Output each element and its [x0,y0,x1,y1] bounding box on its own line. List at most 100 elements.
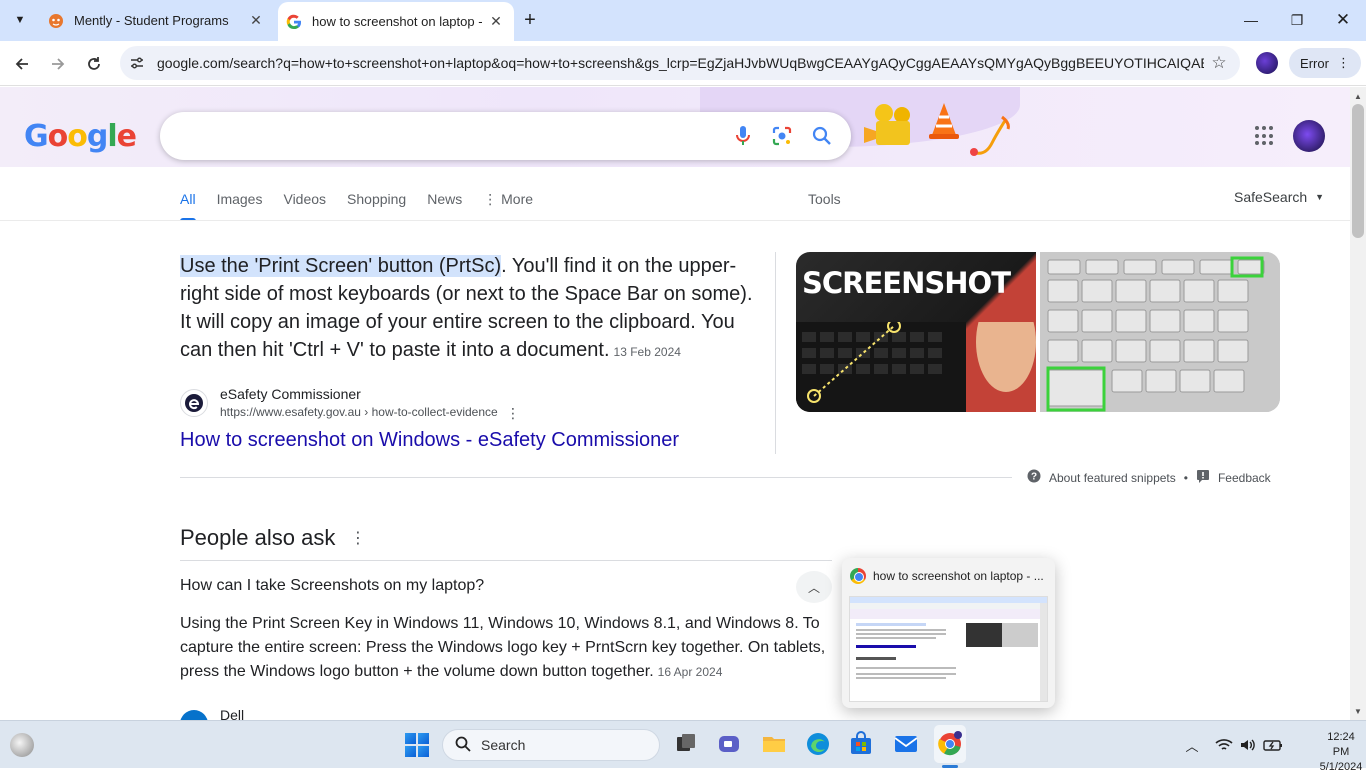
logo-letter: o [67,119,88,154]
account-avatar[interactable] [1293,120,1325,152]
scrollbar-thumb[interactable] [1352,104,1364,238]
snippet-images[interactable]: SCREENSHOT [796,252,1280,412]
more-dots-icon: ⋮ [483,191,498,207]
tab-shopping[interactable]: Shopping [347,187,406,221]
chrome-icon[interactable] [937,731,963,757]
microsoft-store-icon[interactable] [848,731,874,757]
tab-google-search[interactable]: how to screenshot on laptop - ✕ [278,2,514,41]
search-box[interactable] [160,112,851,160]
browser-profile-avatar[interactable] [1256,52,1278,74]
safesearch-dropdown[interactable]: SafeSearch ▼ [1234,185,1324,209]
scroll-down-arrow-icon[interactable]: ▼ [1350,703,1366,719]
windows-start-icon[interactable] [405,733,429,757]
esafety-favicon-icon [180,389,208,417]
tab-mently[interactable]: Mently - Student Programs ✕ [40,0,274,41]
tab-title: Mently - Student Programs [74,13,229,28]
search-input[interactable] [180,124,720,148]
logo-letter: G [24,119,49,154]
google-apps-grid-icon[interactable] [1255,126,1275,146]
taskbar-window-preview[interactable]: how to screenshot on laptop - ... [842,558,1055,708]
google-lens-camera-icon[interactable] [770,124,794,148]
search-icon[interactable] [810,124,834,148]
preview-thumbnail[interactable] [849,596,1048,702]
address-bar[interactable]: google.com/search?q=how+to+screenshot+on… [120,46,1240,80]
tab-search-chevron-icon[interactable]: ▼ [6,7,34,33]
bookmark-star-icon[interactable]: ☆ [1204,48,1234,78]
search-type-tabs: All Images Videos Shopping News ⋮ More [180,187,554,221]
tools-button[interactable]: Tools [808,187,841,211]
mail-icon[interactable] [893,731,919,757]
minimize-window-icon[interactable]: — [1236,8,1266,32]
address-url-text: google.com/search?q=how+to+screenshot+on… [157,55,1204,71]
tab-more[interactable]: ⋮ More [483,187,533,221]
browser-toolbar: google.com/search?q=how+to+screenshot+on… [0,41,1366,86]
logo-letter: g [86,119,109,154]
snippet-highlight: Use the 'Print Screen' button (PrtSc) [180,255,502,277]
section-divider [180,477,1012,478]
close-tab-icon[interactable]: ✕ [246,11,266,31]
restore-window-icon[interactable]: ❐ [1282,8,1312,32]
about-featured-snippets-link[interactable]: About featured snippets [1049,471,1176,485]
help-circle-icon[interactable]: ? [1027,469,1041,486]
back-arrow-icon[interactable] [8,50,36,78]
result-menu-kebab-icon[interactable]: ⋮ [506,405,520,421]
tab-title: how to screenshot on laptop - [312,14,483,29]
show-hidden-icons-chevron-icon[interactable]: ︿ [1184,733,1200,757]
paa-answer-date: 16 Apr 2024 [657,665,723,679]
feedback-link[interactable]: Feedback [1218,471,1271,485]
chrome-icon [850,568,866,584]
windows-taskbar: Search ︿ 12:24 PM 5/1/2024 [0,720,1366,773]
taskbar-search-label: Search [481,737,526,753]
edge-browser-icon[interactable] [805,731,831,757]
feedback-flag-icon[interactable] [1196,469,1210,486]
google-doodle-logo[interactable]: Google [24,119,137,154]
svg-text:?: ? [1031,472,1037,483]
error-button[interactable]: Error ⋮ [1289,48,1361,78]
footer-separator: • [1183,470,1188,485]
mently-fox-icon [48,13,64,29]
taskbar-search-box[interactable]: Search [442,729,660,761]
tab-all[interactable]: All [180,187,196,221]
tab-images[interactable]: Images [217,187,263,221]
teams-chat-icon[interactable] [716,731,742,757]
paa-question[interactable]: How can I take Screenshots on my laptop? [180,577,484,595]
source-url[interactable]: https://www.esafety.gov.au › how-to-coll… [220,405,498,419]
snippet-date: 13 Feb 2024 [613,345,681,359]
nav-divider [0,220,1350,221]
battery-charging-icon[interactable] [1262,733,1284,757]
paa-kebab-icon[interactable]: ⋮ [350,530,366,548]
wifi-icon[interactable] [1214,733,1234,757]
close-tab-icon[interactable]: ✕ [486,12,506,32]
paa-answer-text: Using the Print Screen Key in Windows 11… [180,615,826,680]
tab-videos[interactable]: Videos [283,187,326,221]
paa-source-name[interactable]: Dell [220,707,244,720]
file-explorer-icon[interactable] [761,731,787,757]
screenshot-thumbnail[interactable]: SCREENSHOT [796,252,1036,412]
voice-search-mic-icon[interactable] [731,124,755,148]
reload-icon[interactable] [80,50,108,78]
error-label: Error [1300,55,1329,71]
search-icon [455,736,471,755]
scroll-up-arrow-icon[interactable]: ▲ [1350,88,1366,104]
site-settings-icon[interactable] [122,48,152,78]
system-clock[interactable]: 12:24 PM 5/1/2024 [1318,730,1364,775]
volume-icon[interactable] [1238,733,1258,757]
snippet-footer: ? About featured snippets • Feedback [1027,469,1271,486]
new-tab-plus-icon[interactable]: + [518,8,542,32]
tab-news[interactable]: News [427,187,462,221]
keyboard-thumbnail[interactable] [1040,252,1280,412]
clock-time: 12:24 PM [1327,731,1355,758]
result-link[interactable]: How to screenshot on Windows - eSafety C… [180,429,679,452]
logo-letter: e [116,119,137,154]
traffic-cone-doodle-icon [928,101,960,141]
safesearch-label: SafeSearch [1234,189,1308,205]
forward-arrow-icon[interactable] [44,50,72,78]
logo-letter: l [107,119,117,154]
chevron-up-icon[interactable]: ︿ [796,571,832,603]
snippet-divider [775,252,776,454]
source-name[interactable]: eSafety Commissioner [220,386,361,402]
close-window-icon[interactable]: ✕ [1328,8,1358,32]
widgets-icon[interactable] [10,733,34,757]
preview-title: how to screenshot on laptop - ... [873,569,1044,583]
task-view-icon[interactable] [673,731,699,757]
